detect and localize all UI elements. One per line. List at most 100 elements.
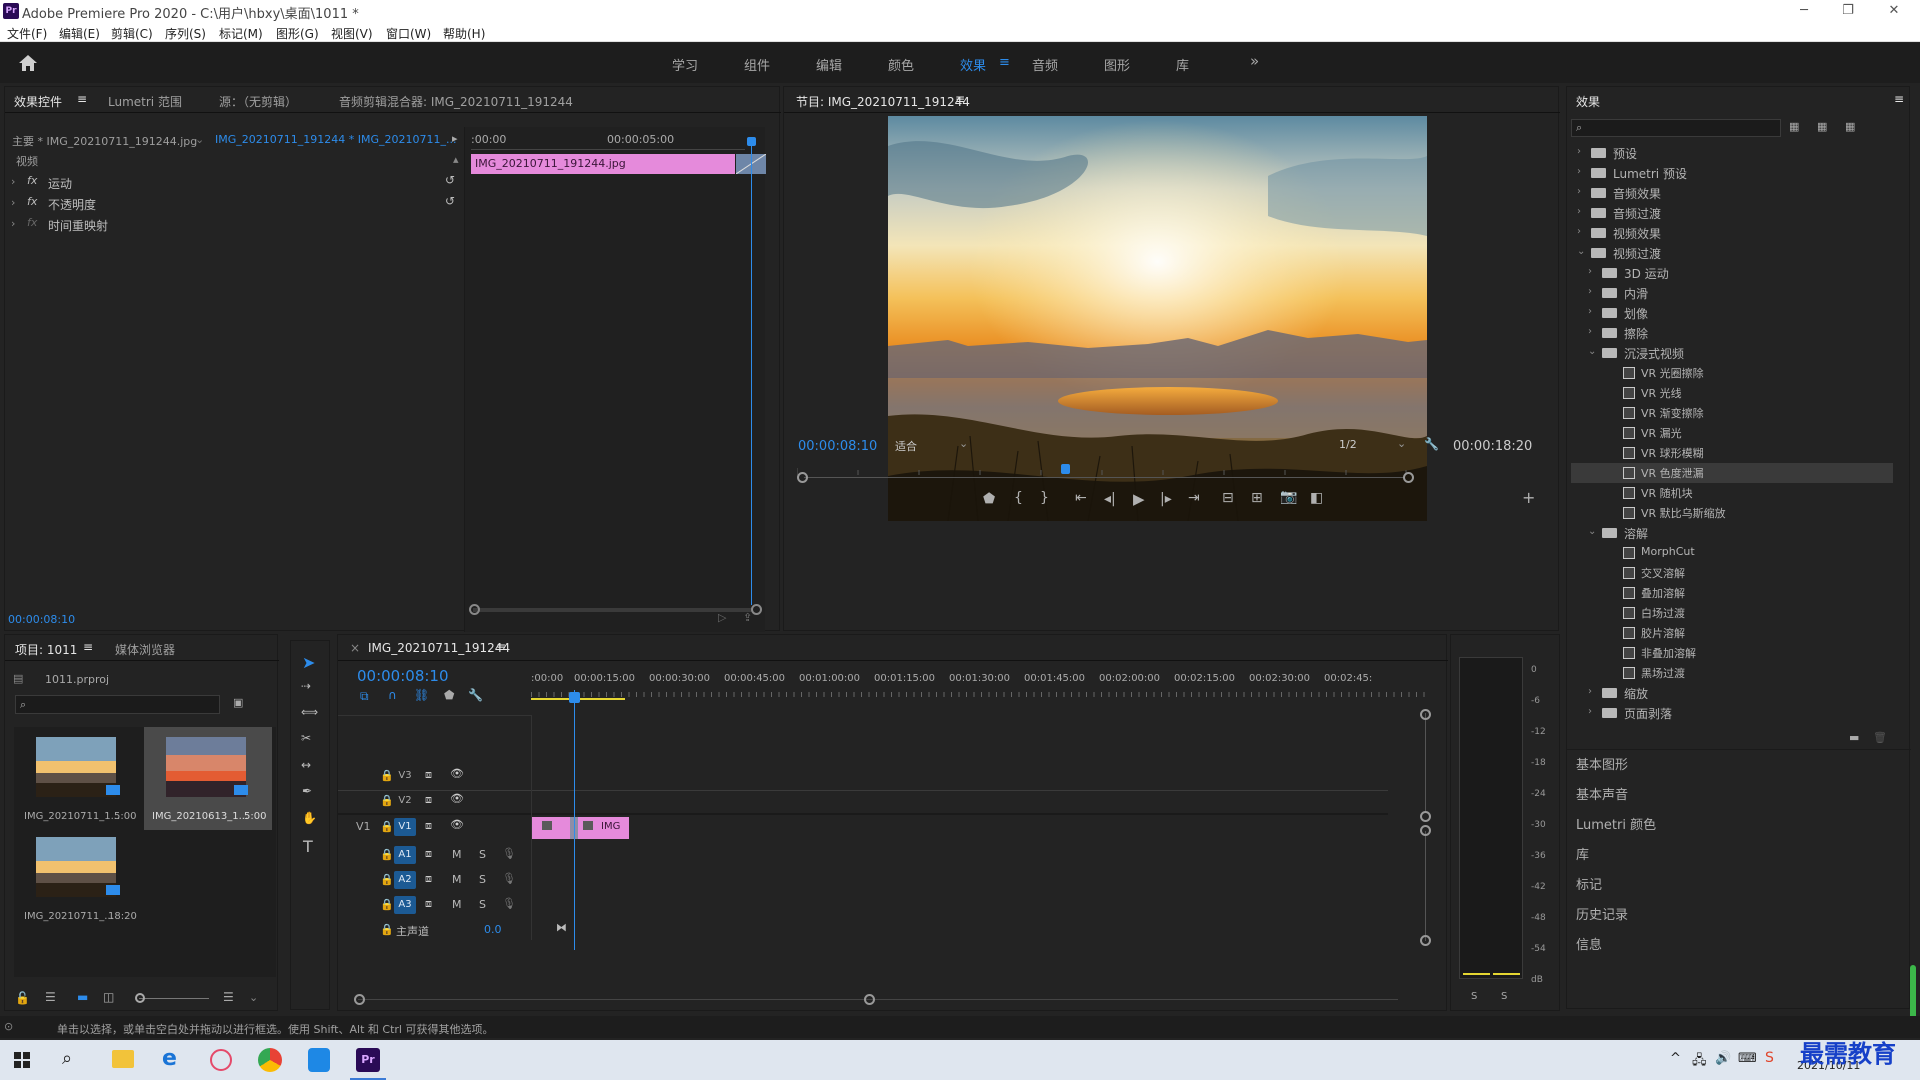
timeline-ruler[interactable]: :00:00 00:00:15:00 00:00:30:00 00:00:45:… — [531, 673, 1431, 701]
panel-libraries[interactable]: 库 — [1566, 840, 1910, 863]
effect-row-time-remap[interactable]: › fx 时间重映射 — [5, 214, 463, 235]
program-timecode[interactable]: 00:00:08:10 — [798, 439, 877, 454]
effects-folder[interactable]: › 音频效果 — [1571, 183, 1893, 203]
chevron-down-icon[interactable]: ⌄ — [1577, 246, 1585, 257]
step-back-icon[interactable]: ◂| — [1104, 491, 1116, 507]
snap-icon[interactable]: ∩ — [388, 688, 397, 702]
track-target-v2[interactable]: V2 — [394, 792, 416, 810]
audio-vertical-scrollbar[interactable] — [1425, 831, 1426, 941]
pen-tool-icon[interactable]: ✒ — [302, 784, 312, 798]
solo-button[interactable]: S — [479, 848, 486, 861]
expand-icon[interactable]: › — [11, 217, 15, 230]
ec-scrollbar[interactable] — [473, 608, 753, 612]
new-bin-icon[interactable]: ▬ — [1849, 731, 1859, 744]
track-lock-icon[interactable]: 🔒 — [380, 848, 394, 861]
file-explorer-icon[interactable] — [112, 1050, 134, 1068]
tab-source[interactable]: 源：（无剪辑） — [219, 93, 297, 110]
effects-menu-icon[interactable]: ≡ — [1894, 92, 1904, 106]
scroll-handle[interactable] — [1420, 825, 1431, 836]
panel-essential-sound[interactable]: 基本声音 — [1566, 780, 1910, 803]
track-lock-icon[interactable]: 🔒 — [380, 873, 394, 886]
delete-icon[interactable]: 🗑 — [1873, 731, 1887, 744]
tab-project[interactable]: 项目: 1011 — [15, 641, 77, 658]
workspace-assembly[interactable]: 组件 — [744, 55, 770, 74]
search-icon[interactable]: ⌕ — [62, 1048, 72, 1069]
expand-icon[interactable]: › — [11, 196, 15, 209]
panel-markers[interactable]: 标记 — [1566, 870, 1910, 893]
effect-controls-menu-icon[interactable]: ≡ — [77, 92, 87, 106]
chevron-right-icon[interactable]: › — [1588, 326, 1592, 337]
chevron-down-icon[interactable]: ⌄ — [249, 991, 258, 1004]
zoom-slider[interactable] — [139, 998, 209, 999]
menu-view[interactable]: 视图(V) — [331, 25, 373, 42]
export-frame-icon[interactable]: ⇪ — [743, 611, 752, 624]
eye-icon[interactable]: 👁 — [450, 767, 464, 780]
microphone-icon[interactable]: 🎙 — [502, 847, 516, 860]
ec-clip-bar[interactable]: IMG_20210711_191244.jpg — [471, 154, 735, 174]
filter-icon[interactable]: ▷ — [718, 611, 726, 624]
chevron-down-icon[interactable]: ⌄ — [1588, 346, 1596, 357]
scroll-handle[interactable] — [1420, 811, 1431, 822]
sync-lock-icon[interactable]: ⧈ — [425, 793, 432, 807]
sync-lock-icon[interactable]: ⧈ — [425, 819, 432, 833]
go-to-out-icon[interactable]: ⇥ — [1188, 490, 1200, 506]
fx-icon[interactable]: fx — [27, 195, 37, 208]
scroll-handle[interactable] — [354, 994, 365, 1005]
workspace-editing[interactable]: 编辑 — [816, 55, 842, 74]
project-item[interactable]: IMG_20210711_... 18:20 — [18, 831, 138, 926]
resolution-dropdown[interactable]: 1/2 ⌄ — [1331, 436, 1411, 454]
effects-folder[interactable]: › 3D 运动 — [1571, 263, 1893, 283]
workspace-menu-icon[interactable]: ≡ — [999, 55, 1010, 70]
edge-icon[interactable]: e — [162, 1046, 177, 1071]
icon-view-icon[interactable]: ▬ — [77, 990, 88, 1004]
track-target-a3[interactable]: A3 — [394, 896, 416, 914]
razor-tool-icon[interactable]: ✂ — [301, 731, 311, 745]
track-lock-icon[interactable]: 🔒 — [380, 794, 394, 807]
menu-file[interactable]: 文件(F) — [7, 25, 47, 42]
export-frame-camera-icon[interactable]: 📷 — [1280, 489, 1297, 505]
microphone-icon[interactable]: 🎙 — [502, 872, 516, 885]
lock-icon[interactable]: 🔓 — [15, 991, 30, 1005]
effects-folder[interactable]: ⌄ 溶解 — [1571, 523, 1893, 543]
effect-item[interactable]: 胶片溶解 — [1571, 623, 1893, 643]
program-menu-icon[interactable]: ≡ — [955, 92, 965, 106]
workspace-libraries[interactable]: 库 — [1176, 55, 1189, 74]
track-lock-icon[interactable]: 🔒 — [380, 820, 394, 833]
go-to-in-out-icon[interactable]: ⧓ — [556, 921, 567, 934]
chevron-right-icon[interactable]: › — [1588, 706, 1592, 717]
effects-folder[interactable]: › 视频效果 — [1571, 223, 1893, 243]
microphone-icon[interactable]: 🎙 — [502, 897, 516, 910]
eye-icon[interactable]: 👁 — [450, 792, 464, 805]
chevron-right-icon[interactable]: › — [1588, 686, 1592, 697]
premiere-taskbar-icon[interactable]: Pr — [356, 1048, 380, 1072]
menu-sequence[interactable]: 序列(S) — [165, 25, 206, 42]
workspace-color[interactable]: 颜色 — [888, 55, 914, 74]
effects-folder[interactable]: › 缩放 — [1571, 683, 1893, 703]
scroll-up-icon[interactable]: ▴ — [453, 153, 459, 166]
tab-effect-controls[interactable]: 效果控件 — [14, 93, 62, 110]
show-timeline-icon[interactable]: ▸ — [452, 132, 458, 145]
effects-panel-title[interactable]: 效果 — [1576, 93, 1600, 110]
network-icon[interactable]: 🖧 — [1692, 1051, 1707, 1073]
panel-history[interactable]: 历史记录 — [1566, 900, 1910, 923]
panel-lumetri-color[interactable]: Lumetri 颜色 — [1566, 810, 1910, 833]
solo-button[interactable]: S — [479, 873, 486, 886]
timeline-playhead[interactable] — [574, 690, 575, 950]
list-view-icon[interactable]: ☰ — [45, 990, 56, 1004]
ec-scroll-end-handle[interactable] — [751, 604, 762, 615]
sync-lock-icon[interactable]: ⧈ — [425, 847, 432, 861]
video-vertical-scrollbar[interactable] — [1425, 713, 1426, 813]
wrench-icon[interactable]: 🔧 — [1424, 437, 1439, 451]
program-zoom-bar[interactable] — [804, 477, 1404, 478]
sequence-clip-label[interactable]: IMG_20210711_191244 * IMG_20210711_... — [215, 133, 456, 146]
home-icon[interactable] — [18, 54, 38, 72]
timeline-clip-2[interactable]: IMG — [578, 817, 629, 839]
effects-folder[interactable]: › 划像 — [1571, 303, 1893, 323]
sort-icon[interactable]: ☰ — [223, 990, 234, 1004]
sync-lock-icon[interactable]: ⧈ — [425, 768, 432, 782]
yuv-effects-icon[interactable]: ▦ — [1845, 120, 1855, 133]
menu-clip[interactable]: 剪辑(C) — [111, 25, 153, 42]
go-to-in-icon[interactable]: ⇤ — [1075, 490, 1087, 506]
tab-lumetri-scopes[interactable]: Lumetri 范围 — [108, 93, 182, 110]
master-volume-value[interactable]: 0.0 — [484, 923, 502, 936]
